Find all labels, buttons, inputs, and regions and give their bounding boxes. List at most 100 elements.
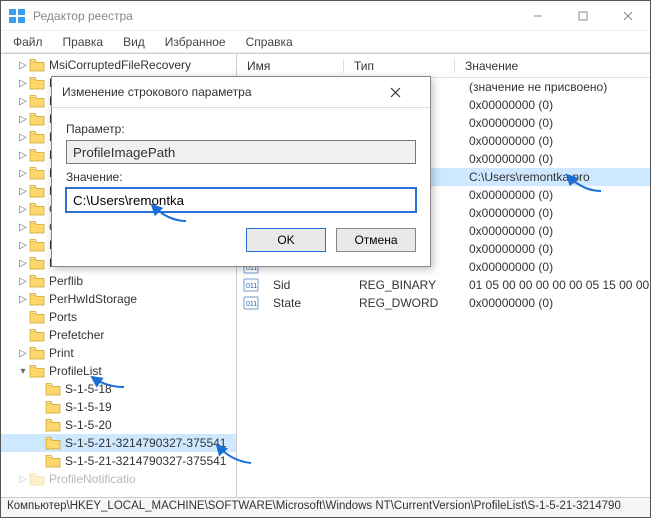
tree-item-label: Print <box>49 346 74 360</box>
tree-item-label: S-1-5-21-3214790327-375541 <box>65 436 226 450</box>
expander-icon[interactable]: ▷ <box>17 168 29 179</box>
expander-icon[interactable]: ▷ <box>17 204 29 215</box>
tree-item[interactable]: S-1-5-21-3214790327-375541 <box>1 434 236 452</box>
cell-value: C:\Users\remontka.pro <box>459 170 650 184</box>
expander-icon[interactable]: ▷ <box>17 186 29 197</box>
folder-icon <box>29 148 45 162</box>
expander-icon[interactable]: ▷ <box>17 348 29 359</box>
tree-item[interactable]: ▷MsiCorruptedFileRecovery <box>1 56 236 74</box>
tree-item[interactable]: S-1-5-18 <box>1 380 236 398</box>
tree-item-label: S-1-5-19 <box>65 400 112 414</box>
cell-type: REG_DWORD <box>349 296 459 310</box>
tree-item-label: PerHwIdStorage <box>49 292 137 306</box>
expander-icon[interactable]: ▷ <box>17 96 29 107</box>
list-header: Имя Тип Значение <box>237 54 650 78</box>
tree-item-label: Perflib <box>49 274 83 288</box>
registry-editor-window: Редактор реестра Файл Правка Вид Избранн… <box>0 0 651 518</box>
binary-value-icon: 011 <box>243 278 259 292</box>
svg-text:011: 011 <box>246 301 257 308</box>
menu-edit[interactable]: Правка <box>55 33 112 51</box>
cell-value: 0x00000000 (0) <box>459 116 650 130</box>
expander-icon[interactable]: ▷ <box>17 78 29 89</box>
regedit-icon <box>7 6 27 26</box>
tree-item[interactable]: ▷ PerHwIdStorage <box>1 290 236 308</box>
col-name[interactable]: Имя <box>237 59 343 73</box>
folder-icon <box>45 436 61 450</box>
tree-item-label: S-1-5-21-3214790327-375541 <box>65 454 226 468</box>
cell-name: Sid <box>263 278 349 292</box>
maximize-button[interactable] <box>560 1 605 30</box>
expander-icon[interactable]: ▷ <box>17 222 29 233</box>
cell-name: State <box>263 296 349 310</box>
tree-item-label: S-1-5-18 <box>65 382 112 396</box>
ok-button[interactable]: OK <box>246 228 326 252</box>
binary-value-icon: 011 <box>243 296 259 310</box>
tree-item[interactable]: ▷ Print <box>1 344 236 362</box>
expander-icon[interactable]: ▷ <box>17 150 29 161</box>
list-row[interactable]: 011 StateREG_DWORD0x00000000 (0) <box>237 294 650 312</box>
cell-value: 0x00000000 (0) <box>459 242 650 256</box>
menu-view[interactable]: Вид <box>115 33 153 51</box>
minimize-button[interactable] <box>515 1 560 30</box>
menu-file[interactable]: Файл <box>5 33 51 51</box>
close-button[interactable] <box>605 1 650 30</box>
cell-value: 0x00000000 (0) <box>459 296 650 310</box>
expander-icon[interactable]: ▷ <box>17 258 29 269</box>
cell-value: 0x00000000 (0) <box>459 224 650 238</box>
col-type[interactable]: Тип <box>344 59 454 73</box>
folder-icon <box>29 256 45 270</box>
folder-icon <box>29 58 45 72</box>
expander-icon[interactable]: ▷ <box>17 240 29 251</box>
folder-icon <box>29 292 45 306</box>
menu-favorites[interactable]: Избранное <box>157 33 234 51</box>
tree-item[interactable]: S-1-5-19 <box>1 398 236 416</box>
folder-icon <box>29 76 45 90</box>
expander-icon[interactable]: ▷ <box>17 276 29 287</box>
tree-item[interactable]: ▾ ProfileList <box>1 362 236 380</box>
tree-item-label: ProfileList <box>49 364 102 378</box>
tree-item[interactable]: Prefetcher <box>1 326 236 344</box>
dialog-title: Изменение строкового параметра <box>62 85 390 99</box>
cancel-button[interactable]: Отмена <box>336 228 416 252</box>
folder-icon <box>29 274 45 288</box>
folder-icon <box>29 130 45 144</box>
folder-icon <box>29 94 45 108</box>
tree-item[interactable]: Ports <box>1 308 236 326</box>
expander-icon[interactable]: ▷ <box>17 474 29 485</box>
expander-icon[interactable]: ▷ <box>17 60 29 71</box>
dialog-titlebar[interactable]: Изменение строкового параметра <box>52 77 430 107</box>
list-row[interactable]: 011SidREG_BINARY01 05 00 00 00 00 00 05 … <box>237 276 650 294</box>
dialog-close-icon[interactable] <box>390 87 420 98</box>
window-title: Редактор реестра <box>33 9 515 23</box>
tree-item-label: ProfileNotificatio <box>49 472 136 486</box>
folder-icon <box>29 238 45 252</box>
cell-value: (значение не присвоено) <box>459 80 650 94</box>
tree-item[interactable]: S-1-5-21-3214790327-375541 <box>1 452 236 470</box>
expander-icon[interactable]: ▷ <box>17 114 29 125</box>
folder-icon <box>29 202 45 216</box>
expander-icon[interactable]: ▷ <box>17 294 29 305</box>
cell-value: 0x00000000 (0) <box>459 134 650 148</box>
cell-value: 0x00000000 (0) <box>459 188 650 202</box>
cell-value: 0x00000000 (0) <box>459 152 650 166</box>
statusbar: Компьютер\HKEY_LOCAL_MACHINE\SOFTWARE\Mi… <box>1 497 650 517</box>
expander-icon[interactable]: ▷ <box>17 132 29 143</box>
cell-value: 01 05 00 00 00 00 00 05 15 00 00 00 <box>459 278 650 292</box>
folder-icon <box>29 328 45 342</box>
tree-item[interactable]: ▷ ProfileNotificatio <box>1 470 236 488</box>
folder-icon <box>45 454 61 468</box>
tree-item-label: Prefetcher <box>49 328 104 342</box>
param-label: Параметр: <box>66 122 416 136</box>
cell-value: 0x00000000 (0) <box>459 98 650 112</box>
cell-value: 0x00000000 (0) <box>459 260 650 274</box>
menubar: Файл Правка Вид Избранное Справка <box>1 31 650 53</box>
expander-icon[interactable]: ▾ <box>17 366 29 377</box>
tree-item[interactable]: ▷ Perflib <box>1 272 236 290</box>
folder-icon <box>29 166 45 180</box>
col-value[interactable]: Значение <box>455 59 650 73</box>
folder-icon <box>45 382 61 396</box>
folder-icon <box>29 220 45 234</box>
value-field[interactable] <box>66 188 416 212</box>
menu-help[interactable]: Справка <box>238 33 301 51</box>
tree-item[interactable]: S-1-5-20 <box>1 416 236 434</box>
